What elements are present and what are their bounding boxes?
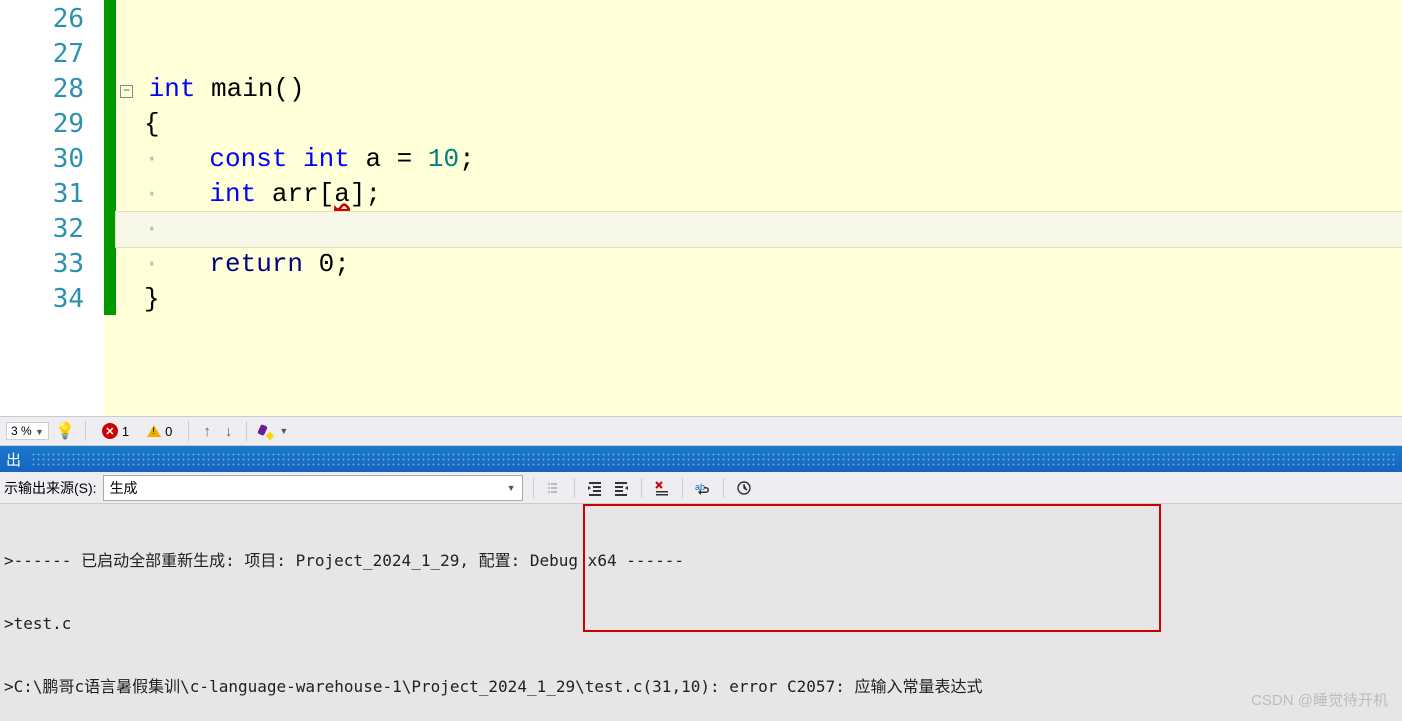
keyword-int: int bbox=[209, 179, 256, 209]
error-icon: ✕ bbox=[102, 423, 118, 439]
output-line: >test.c bbox=[4, 613, 1398, 634]
output-panel-title: 出 bbox=[6, 449, 21, 470]
keyword-return: return bbox=[209, 249, 303, 279]
keyword-int: int bbox=[149, 74, 196, 104]
next-issue-button[interactable]: ↓ bbox=[221, 423, 237, 440]
keyword-const: const bbox=[209, 144, 287, 174]
cleanup-icon[interactable] bbox=[257, 423, 273, 439]
output-toolbar: 示输出来源(S): 生成 ▼ ab bbox=[0, 472, 1402, 504]
code-editor[interactable]: 26 27 28 29 30 31 32 33 34 − int main() … bbox=[0, 0, 1402, 416]
chevron-down-icon: ▼ bbox=[507, 483, 516, 493]
output-panel-titlebar[interactable]: 出 bbox=[0, 446, 1402, 472]
line-number-gutter: 26 27 28 29 30 31 32 33 34 bbox=[0, 0, 104, 416]
panel-grip[interactable] bbox=[31, 452, 1396, 466]
line-number: 30 bbox=[0, 142, 84, 177]
output-text-area[interactable]: >------ 已启动全部重新生成: 项目: Project_2024_1_29… bbox=[0, 504, 1402, 721]
chevron-down-icon: ▼ bbox=[35, 427, 44, 437]
line-number: 31 bbox=[0, 177, 84, 212]
code-area[interactable]: − int main() { · const int a = 10; · int… bbox=[116, 0, 1402, 416]
zoom-dropdown[interactable]: 3 % ▼ bbox=[6, 422, 49, 440]
indent-left-icon[interactable] bbox=[585, 478, 605, 498]
line-number: 34 bbox=[0, 282, 84, 317]
editor-status-bar: 3 % ▼ 💡 ✕ 1 0 ↑ ↓ ▼ bbox=[0, 416, 1402, 446]
output-source-label: 示输出来源(S): bbox=[4, 478, 97, 498]
warning-icon bbox=[147, 425, 161, 437]
change-indicator-bar bbox=[104, 0, 116, 416]
warning-count-value: 0 bbox=[165, 424, 172, 439]
keyword-int: int bbox=[287, 144, 349, 174]
lightbulb-icon[interactable]: 💡 bbox=[55, 421, 75, 441]
fold-minus-icon[interactable]: − bbox=[120, 85, 133, 98]
output-source-select[interactable]: 生成 ▼ bbox=[103, 475, 523, 501]
watermark-text: CSDN @睡觉待开机 bbox=[1251, 690, 1388, 711]
line-number: 28 bbox=[0, 72, 84, 107]
code-text: a = bbox=[350, 144, 428, 174]
chevron-down-icon[interactable]: ▼ bbox=[279, 426, 288, 436]
line-number: 27 bbox=[0, 37, 84, 72]
output-line: >C:\鹏哥c语言暑假集训\c-language-warehouse-1\Pro… bbox=[4, 676, 1398, 697]
brace-open: { bbox=[144, 109, 160, 139]
output-line: >------ 已启动全部重新生成: 项目: Project_2024_1_29… bbox=[4, 550, 1398, 571]
line-number: 32 bbox=[0, 212, 84, 247]
goto-code-icon[interactable] bbox=[544, 478, 564, 498]
output-source-value: 生成 bbox=[110, 478, 138, 498]
error-count-value: 1 bbox=[122, 424, 129, 439]
line-number: 29 bbox=[0, 107, 84, 142]
error-count[interactable]: ✕ 1 bbox=[96, 423, 135, 439]
code-text: main() bbox=[195, 74, 304, 104]
error-squiggle: a bbox=[334, 179, 350, 211]
line-number: 33 bbox=[0, 247, 84, 282]
clock-icon[interactable] bbox=[734, 478, 754, 498]
warning-count[interactable]: 0 bbox=[141, 424, 178, 439]
prev-issue-button[interactable]: ↑ bbox=[199, 423, 215, 440]
word-wrap-icon[interactable]: ab bbox=[693, 478, 713, 498]
indent-right-icon[interactable] bbox=[611, 478, 631, 498]
line-number: 26 bbox=[0, 2, 84, 37]
number-literal: 10 bbox=[428, 144, 459, 174]
clear-output-icon[interactable] bbox=[652, 478, 672, 498]
brace-close: } bbox=[144, 284, 160, 314]
